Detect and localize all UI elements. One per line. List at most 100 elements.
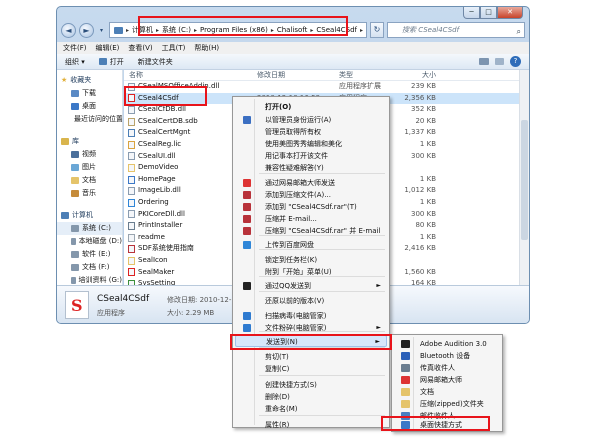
menu-file[interactable]: 文件(F) xyxy=(63,43,87,53)
column-name[interactable]: 名称 xyxy=(124,70,252,80)
column-size[interactable]: 大小 xyxy=(396,70,456,80)
context-menu-label: 兼容性疑难解答(Y) xyxy=(265,164,324,172)
nav-drive-g[interactable]: 培训资料 (G:) xyxy=(57,274,122,285)
context-menu-label: 扫描病毒(电脑管家) xyxy=(265,312,327,320)
nav-item-documents[interactable]: 文档 xyxy=(57,174,122,187)
file-icon xyxy=(128,268,135,277)
new-folder-button[interactable]: 新建文件夹 xyxy=(138,57,173,67)
search-input[interactable]: 搜索 CSeal4CSdf ⌕ xyxy=(387,22,525,38)
send-to-item[interactable]: Adobe Audition 3.0 xyxy=(394,338,500,350)
maximize-button[interactable]: □ xyxy=(480,7,497,19)
file-date xyxy=(252,81,334,93)
nav-item-downloads[interactable]: 下载 xyxy=(57,87,122,100)
column-date[interactable]: 修改日期 xyxy=(252,70,334,80)
nav-item-recent[interactable]: 最近访问的位置 xyxy=(57,113,122,126)
send-to-label: 网易邮箱大师 xyxy=(420,376,462,384)
nav-drive-e[interactable]: 软件 (E:) xyxy=(57,248,122,261)
send-to-label: 文档 xyxy=(420,388,434,396)
nav-item-desktop[interactable]: 桌面 xyxy=(57,100,122,113)
app-icon xyxy=(98,58,107,65)
context-menu-label: 压缩到 "CSeal4CSdf.rar" 并 E-mail xyxy=(265,227,381,235)
nav-computer[interactable]: 计算机 xyxy=(57,209,122,222)
context-menu-item[interactable]: 重命名(M) xyxy=(235,403,387,415)
view-options-icon[interactable] xyxy=(479,58,489,65)
context-menu-item[interactable]: 剪切(T) xyxy=(235,351,387,363)
file-name: CSealUI.dll xyxy=(138,151,176,160)
context-menu-item[interactable]: 锁定到任务栏(K) xyxy=(235,254,387,266)
forward-button[interactable]: ► xyxy=(79,22,94,38)
context-menu-item[interactable]: 创建快捷方式(S) xyxy=(235,379,387,391)
context-menu-item[interactable]: 压缩并 E-mail... xyxy=(235,213,387,225)
close-button[interactable]: ✕ xyxy=(497,7,523,19)
file-size: 1 KB xyxy=(419,174,436,183)
nav-item-music[interactable]: 音乐 xyxy=(57,187,122,200)
open-button[interactable]: 打开 xyxy=(98,57,124,67)
send-to-item[interactable]: Bluetooth 设备 xyxy=(394,350,500,362)
context-menu-item[interactable]: 用记事本打开该文件 xyxy=(235,150,387,162)
nav-drive-c[interactable]: 系统 (C:) xyxy=(57,222,122,235)
file-name: SealIcon xyxy=(138,255,168,264)
preview-pane-icon[interactable] xyxy=(495,58,504,65)
file-size xyxy=(396,162,456,174)
menu-separator xyxy=(259,331,385,332)
desktop-shortcut-highlight-box xyxy=(381,416,490,431)
context-menu-item[interactable]: 文件粉碎(电脑管家) ► xyxy=(235,322,387,334)
context-menu-label: 通过网易邮箱大师发送 xyxy=(265,179,335,187)
menu-bar: 文件(F) 编辑(E) 查看(V) 工具(T) 帮助(H) xyxy=(57,42,529,54)
refresh-button[interactable]: ↻ xyxy=(370,22,384,38)
file-size: 164 KB xyxy=(411,279,436,285)
nav-item-videos[interactable]: 视频 xyxy=(57,148,122,161)
column-type[interactable]: 类型 xyxy=(334,70,396,80)
context-menu-label: 管理员取得所有权 xyxy=(265,128,321,136)
context-menu-item[interactable]: 添加到 "CSeal4CSdf.rar"(T) xyxy=(235,201,387,213)
context-menu-item[interactable]: 以管理员身份运行(A) xyxy=(235,114,387,126)
search-placeholder: 搜索 CSeal4CSdf xyxy=(402,26,460,34)
send-to-item[interactable]: 压缩(zipped)文件夹 xyxy=(394,398,500,410)
context-menu-item[interactable]: 管理员取得所有权 xyxy=(235,126,387,138)
context-menu-item[interactable]: 扫描病毒(电脑管家) xyxy=(235,310,387,322)
send-to-item[interactable]: 网易邮箱大师 xyxy=(394,374,500,386)
context-menu-item[interactable]: 打开(O) xyxy=(235,101,387,113)
file-size: 300 KB xyxy=(411,151,436,160)
library-icon xyxy=(61,138,69,145)
context-menu-item[interactable]: 使用美图秀秀编辑和美化 xyxy=(235,138,387,150)
send-to-item[interactable]: 传真收件人 xyxy=(394,362,500,374)
back-button[interactable]: ◄ xyxy=(61,22,76,38)
command-bar: 组织 ▾ 打开 新建文件夹 ? xyxy=(57,54,529,70)
nav-item-label: 图片 xyxy=(82,163,96,171)
context-menu-item[interactable]: 删除(D) xyxy=(235,391,387,403)
menu-view[interactable]: 查看(V) xyxy=(128,43,152,53)
context-menu-item[interactable]: 通过网易邮箱大师发送 xyxy=(235,177,387,189)
nav-item-pictures[interactable]: 图片 xyxy=(57,161,122,174)
audition-icon xyxy=(401,340,410,348)
scrollbar-thumb[interactable] xyxy=(521,120,528,240)
recent-pages-button[interactable]: ▾ xyxy=(97,23,106,38)
menu-help[interactable]: 帮助(H) xyxy=(194,43,219,53)
nav-drive-f[interactable]: 文档 (F:) xyxy=(57,261,122,274)
context-menu-item[interactable]: 复制(C) xyxy=(235,363,387,375)
file-icon xyxy=(128,117,135,126)
minimize-button[interactable]: ─ xyxy=(463,7,480,19)
nav-drive-d[interactable]: 本地磁盘 (D:) xyxy=(57,235,122,248)
context-menu-item[interactable]: 还原以前的版本(V) xyxy=(235,295,387,307)
nav-item-label: 文档 (F:) xyxy=(82,263,110,271)
details-file-name: CSeal4CSdf xyxy=(97,294,150,304)
context-menu-item[interactable]: 添加到压缩文件(A)... xyxy=(235,189,387,201)
file-icon xyxy=(128,210,135,219)
nav-favorites[interactable]: ★ 收藏夹 xyxy=(57,74,122,87)
menu-tools[interactable]: 工具(T) xyxy=(162,43,186,53)
scan-icon xyxy=(243,312,251,320)
vertical-scrollbar[interactable] xyxy=(519,70,529,285)
zip-folder-icon xyxy=(401,400,410,408)
shield-icon xyxy=(243,116,251,124)
selected-file-highlight-box xyxy=(124,86,207,106)
organize-button[interactable]: 组织 ▾ xyxy=(65,57,85,67)
context-menu-item[interactable]: 属性(R) xyxy=(235,419,387,431)
drive-icon xyxy=(71,277,76,284)
context-menu-label: 打开(O) xyxy=(265,103,292,111)
nav-libraries[interactable]: 库 xyxy=(57,135,122,148)
file-size: 300 KB xyxy=(411,209,436,218)
menu-edit[interactable]: 编辑(E) xyxy=(96,43,120,53)
send-to-item[interactable]: 文档 xyxy=(394,386,500,398)
help-icon[interactable]: ? xyxy=(510,56,521,67)
